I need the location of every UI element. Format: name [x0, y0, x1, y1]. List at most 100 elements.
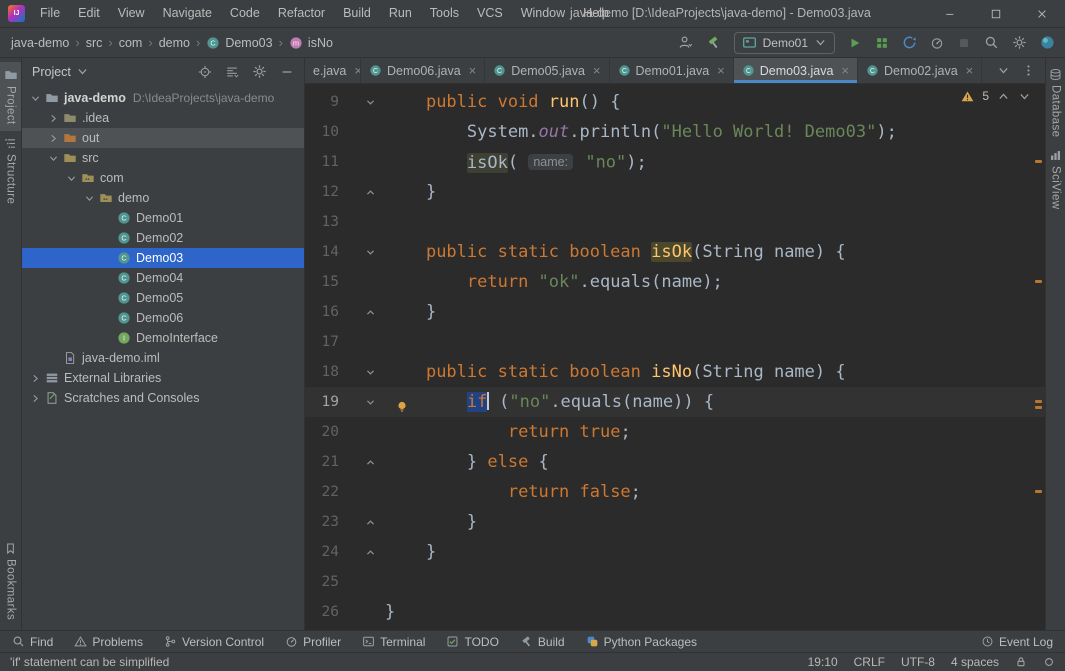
tree-row--idea[interactable]: .idea: [22, 108, 304, 128]
file-encoding[interactable]: UTF-8: [901, 655, 935, 669]
line-number[interactable]: 19: [305, 394, 341, 410]
scrollbar-mark[interactable]: [1035, 280, 1042, 283]
breadcrumb-item-isno[interactable]: misNo: [288, 36, 334, 50]
breadcrumb-item-src[interactable]: src: [85, 36, 104, 50]
code-editor[interactable]: 9 public void run() {10 System.out.print…: [305, 84, 1045, 630]
line-number[interactable]: 21: [305, 454, 341, 470]
tab-demo06-java[interactable]: CDemo06.java×: [361, 58, 485, 83]
line-number[interactable]: 24: [305, 544, 341, 560]
code-line-26[interactable]: 26}: [305, 597, 1045, 627]
tool-button-version-control[interactable]: Version Control: [164, 635, 264, 649]
chevron-right-icon[interactable]: [46, 113, 61, 124]
tab-demo01-java[interactable]: CDemo01.java×: [610, 58, 734, 83]
breadcrumb-item-java-demo[interactable]: java-demo: [10, 36, 70, 50]
menu-build[interactable]: Build: [334, 0, 380, 27]
fold-up-icon[interactable]: [341, 517, 385, 528]
tree-row-demo06[interactable]: CDemo06: [22, 308, 304, 328]
window-button-maximize[interactable]: [973, 0, 1019, 27]
run-button[interactable]: [848, 36, 862, 50]
menu-code[interactable]: Code: [221, 0, 269, 27]
tool-window-tab-sciview[interactable]: SciView: [1046, 143, 1065, 216]
gradle-icon[interactable]: [1040, 35, 1055, 50]
tool-window-tab-database[interactable]: Database: [1046, 62, 1065, 143]
settings-icon[interactable]: [1012, 35, 1027, 50]
code-line-9[interactable]: 9 public void run() {: [305, 87, 1045, 117]
tree-row-src[interactable]: src: [22, 148, 304, 168]
line-number[interactable]: 25: [305, 574, 341, 590]
profiler-button[interactable]: [930, 36, 944, 50]
tool-button-terminal[interactable]: Terminal: [362, 635, 425, 649]
fold-down-icon[interactable]: [341, 367, 385, 378]
line-separator[interactable]: CRLF: [854, 655, 885, 669]
stop-button[interactable]: [957, 36, 971, 50]
tool-button-find[interactable]: Find: [12, 635, 53, 649]
chevron-up-icon[interactable]: [997, 90, 1010, 103]
tool-button-problems[interactable]: Problems: [74, 635, 143, 649]
tree-row-demo05[interactable]: CDemo05: [22, 288, 304, 308]
tool-window-tab-bookmarks[interactable]: Bookmarks: [0, 536, 21, 626]
code-line-18[interactable]: 18 public static boolean isNo(String nam…: [305, 357, 1045, 387]
tab-close-icon[interactable]: ×: [717, 64, 725, 77]
code-line-24[interactable]: 24 }: [305, 537, 1045, 567]
line-number[interactable]: 26: [305, 604, 341, 620]
line-number[interactable]: 17: [305, 334, 341, 350]
settings-icon[interactable]: [252, 64, 267, 79]
project-panel-title[interactable]: Project: [32, 65, 71, 79]
tool-window-tab-project[interactable]: Project: [0, 62, 21, 131]
menu-edit[interactable]: Edit: [69, 0, 109, 27]
line-number[interactable]: 22: [305, 484, 341, 500]
chevron-right-icon[interactable]: [28, 393, 43, 404]
scrollbar-mark[interactable]: [1035, 400, 1042, 403]
code-line-10[interactable]: 10 System.out.println("Hello World! Demo…: [305, 117, 1045, 147]
tree-row-out[interactable]: out: [22, 128, 304, 148]
tab-demo05-java[interactable]: CDemo05.java×: [485, 58, 609, 83]
caret-position[interactable]: 19:10: [808, 655, 838, 669]
menu-file[interactable]: File: [31, 0, 69, 27]
tree-row-demo[interactable]: demo: [22, 188, 304, 208]
tool-button-profiler[interactable]: Profiler: [285, 635, 341, 649]
tab-demo03-java[interactable]: CDemo03.java×: [734, 58, 858, 83]
line-number[interactable]: 18: [305, 364, 341, 380]
tab-close-icon[interactable]: ×: [966, 64, 974, 77]
more-vertical-icon[interactable]: [1022, 64, 1035, 77]
fold-up-icon[interactable]: [341, 187, 385, 198]
code-line-13[interactable]: 13: [305, 207, 1045, 237]
chevron-down-icon[interactable]: [82, 193, 97, 204]
user-icon[interactable]: [678, 35, 693, 50]
coverage-button[interactable]: [902, 35, 917, 50]
chevron-down-icon[interactable]: [28, 93, 43, 104]
tab-close-icon[interactable]: ×: [593, 64, 601, 77]
chevron-down-icon[interactable]: [46, 153, 61, 164]
chevron-down-icon[interactable]: [997, 64, 1010, 77]
fold-down-icon[interactable]: [341, 247, 385, 258]
tree-row-java-demo-iml[interactable]: java-demo.iml: [22, 348, 304, 368]
menu-tools[interactable]: Tools: [421, 0, 468, 27]
chevron-down-icon[interactable]: [76, 65, 89, 78]
lock-icon[interactable]: [1015, 656, 1027, 668]
tree-row-demo02[interactable]: CDemo02: [22, 228, 304, 248]
code-line-23[interactable]: 23 }: [305, 507, 1045, 537]
tab-close-icon[interactable]: ×: [354, 64, 361, 77]
chevron-down-icon[interactable]: [1018, 90, 1031, 103]
collapse-all-icon[interactable]: [225, 65, 239, 79]
line-number[interactable]: 11: [305, 154, 341, 170]
indicator-icon[interactable]: [1043, 656, 1055, 668]
tab-e-java[interactable]: e.java×: [305, 58, 361, 83]
scrollbar-mark[interactable]: [1035, 406, 1042, 409]
tab-demo02-java[interactable]: CDemo02.java×: [858, 58, 982, 83]
hide-icon[interactable]: [280, 65, 294, 79]
fold-up-icon[interactable]: [341, 307, 385, 318]
chevron-down-icon[interactable]: [64, 173, 79, 184]
breadcrumb-item-demo[interactable]: demo: [158, 36, 191, 50]
tab-close-icon[interactable]: ×: [469, 64, 477, 77]
tree-row-demointerface[interactable]: IDemoInterface: [22, 328, 304, 348]
code-line-12[interactable]: 12 }: [305, 177, 1045, 207]
tree-row-demo03[interactable]: CDemo03: [22, 248, 304, 268]
tree-row-demo01[interactable]: CDemo01: [22, 208, 304, 228]
code-line-22[interactable]: 22 return false;: [305, 477, 1045, 507]
tool-button-build[interactable]: Build: [520, 635, 565, 649]
code-line-19[interactable]: 19 if ("no".equals(name)) {: [305, 387, 1045, 417]
locate-icon[interactable]: [198, 65, 212, 79]
scrollbar-mark[interactable]: [1035, 160, 1042, 163]
breadcrumb-item-demo03[interactable]: CDemo03: [205, 36, 273, 50]
